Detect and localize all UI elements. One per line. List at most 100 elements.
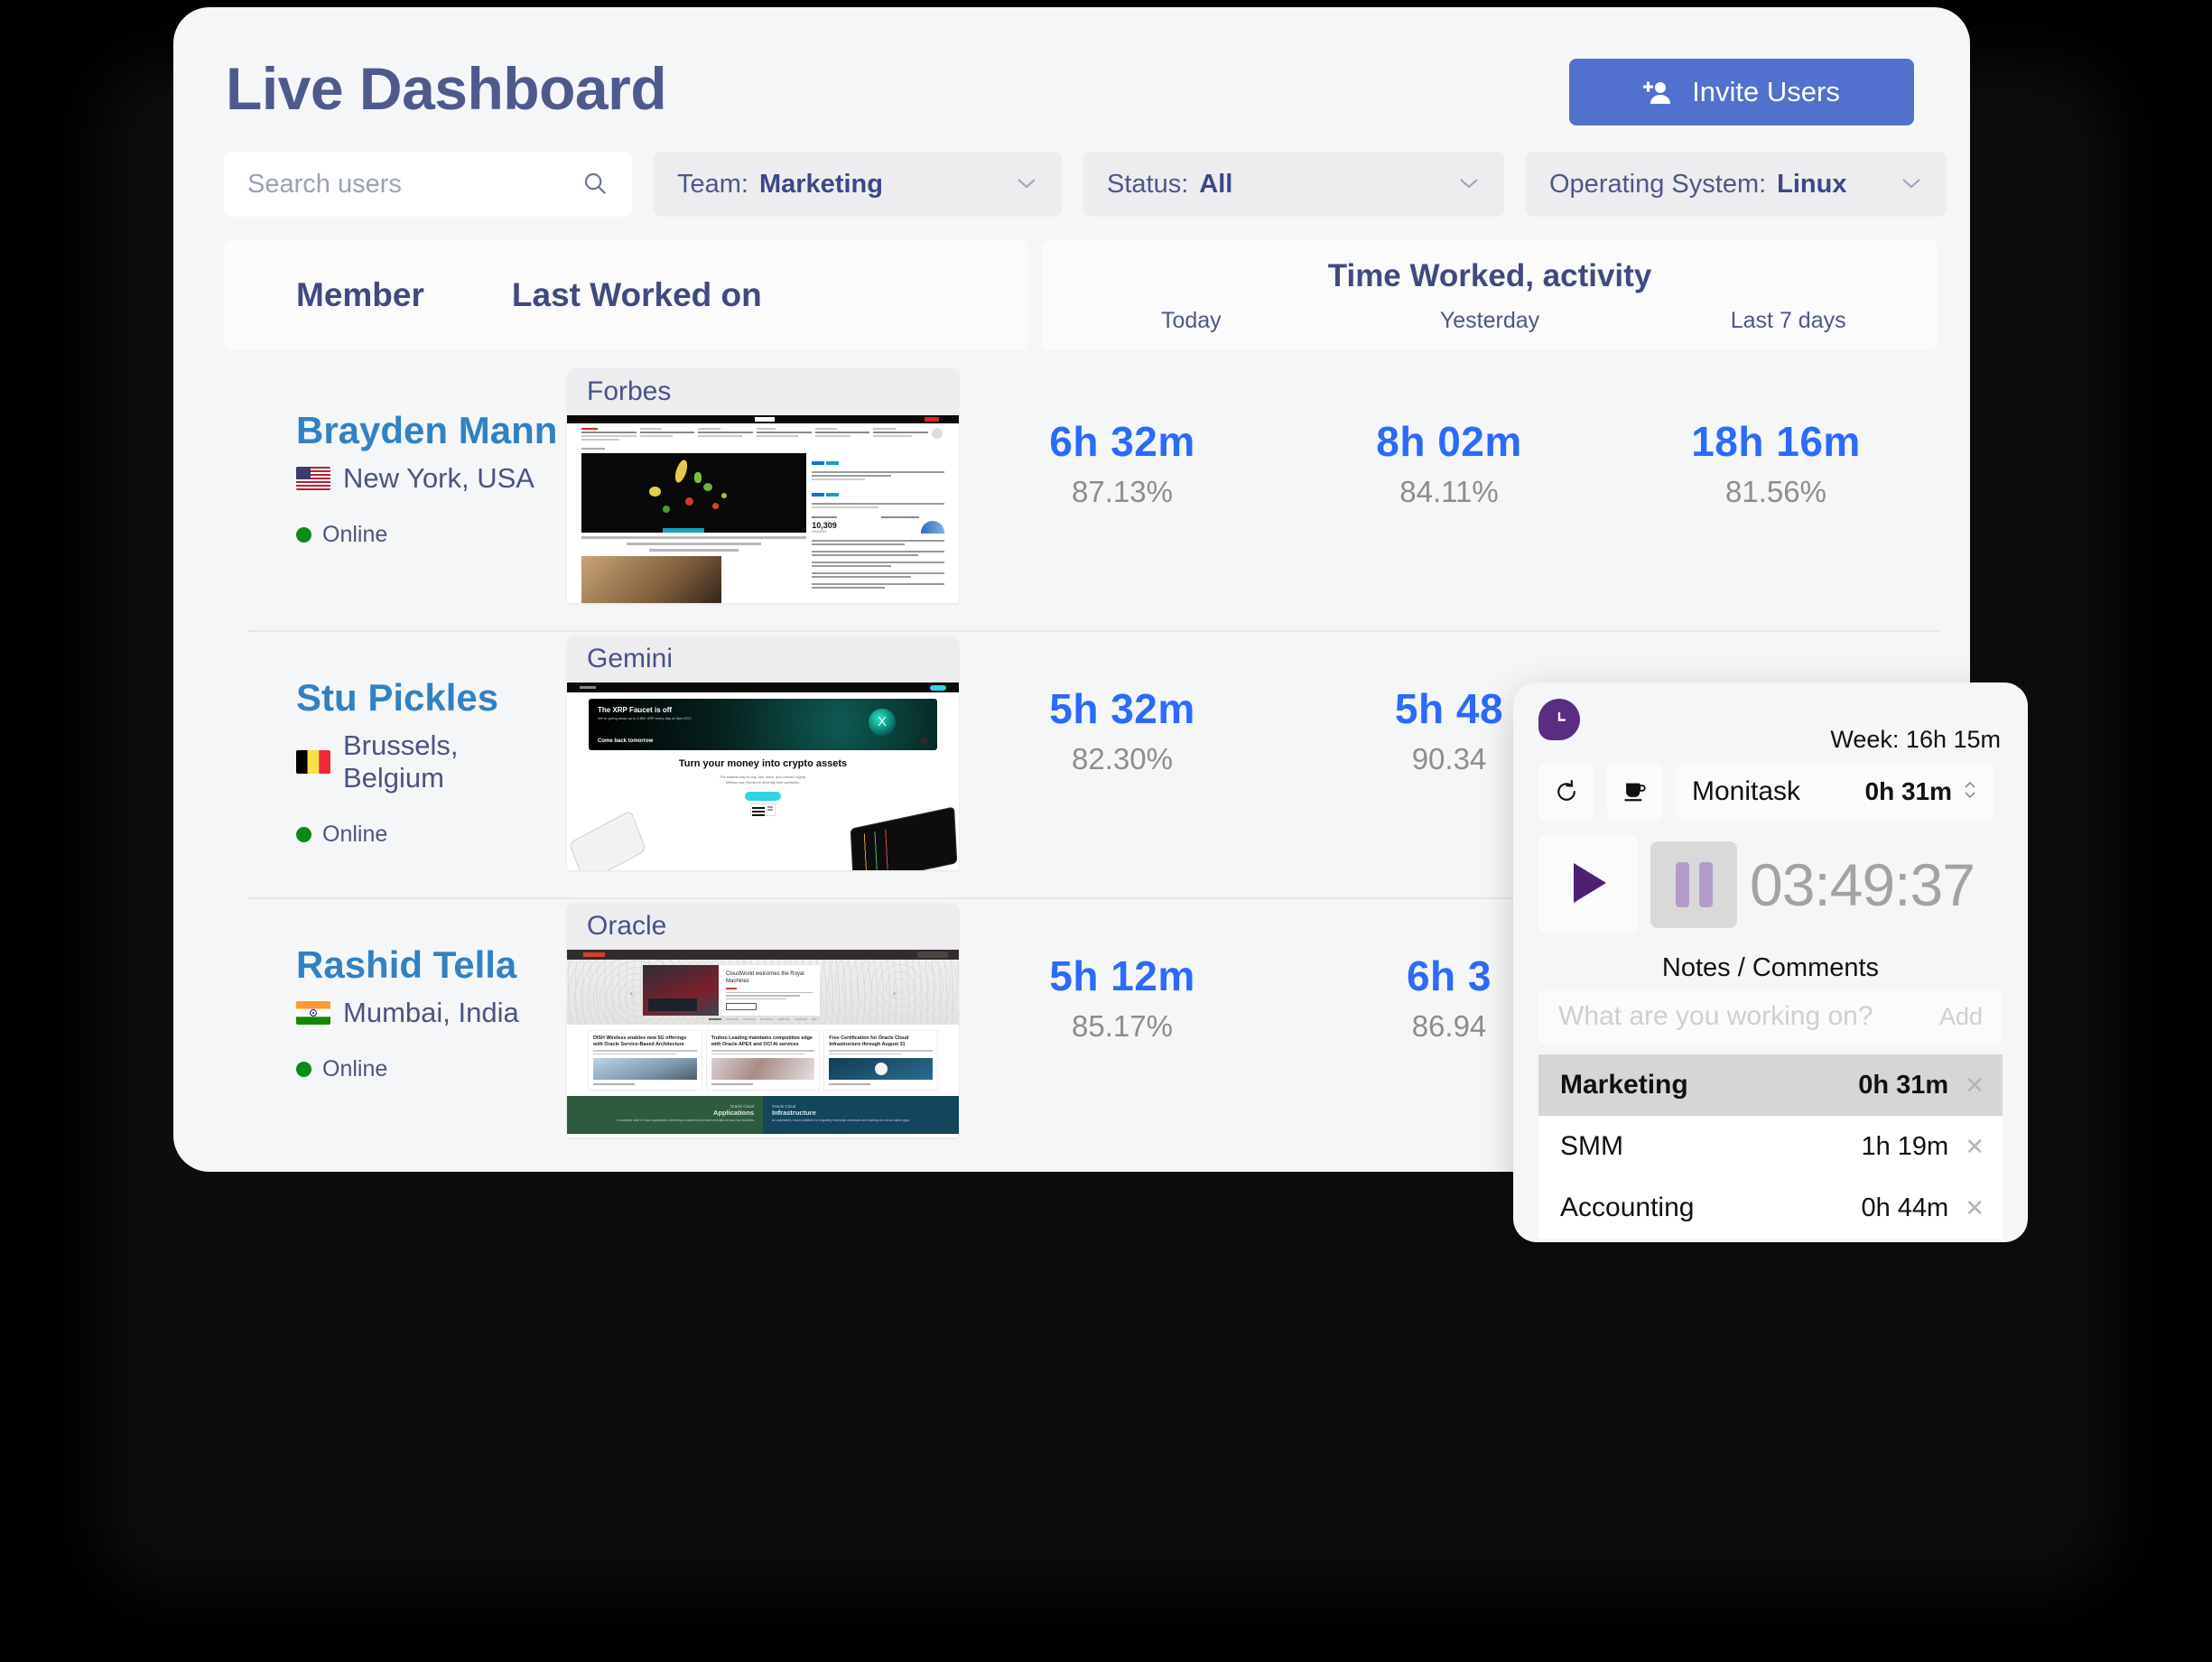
clock-icon [1538,699,1580,740]
os-filter-value: Linux [1777,169,1847,199]
search-input[interactable] [247,169,609,200]
oracle-card-2: Trulioo Leading maintains competitive ed… [711,1035,813,1048]
member-name[interactable]: Stu Pickles [296,676,567,719]
task-time: 0h 31m [1858,1070,1949,1100]
site-name: Forbes [567,368,959,415]
stat-today: 6h 32m 87.13% [959,417,1286,509]
chevron-down-icon [1421,173,1481,195]
oracle-slide-title: CloudWorld welcomes the Royal Machines [726,971,804,984]
os-filter-dropdown[interactable]: Operating System: Linux [1526,152,1947,217]
site-preview-gemini: The XRP Faucet is off We're giving away … [567,682,959,870]
task-name: Marketing [1560,1070,1688,1100]
close-icon[interactable]: ✕ [1965,1133,1984,1161]
member-cell: Brayden Mann New York, USA Online [224,363,567,548]
status-badge: Online [322,1056,388,1082]
column-header-time-worked: Time Worked, activity [1327,258,1652,293]
stat-yesterday: 8h 02m 84.11% [1286,417,1613,509]
member-name[interactable]: Brayden Mann [296,409,567,451]
column-header-member: Member [296,276,424,313]
table-row: Brayden Mann New York, USA Online Forbes… [224,363,1939,630]
member-name[interactable]: Rashid Tella [296,943,567,986]
site-preview-forbes: 10,309 READERS [567,415,959,603]
project-name: Monitask [1692,776,1801,806]
last-worked-cell: Oracle ‹ › CloudWorld welcomes the Royal… [567,897,959,1137]
status-filter-dropdown[interactable]: Status: All [1083,152,1504,217]
last-worked-cell: Gemini The XRP Faucet is off We're givin… [567,630,959,870]
column-header-today: Today [1160,308,1222,333]
add-user-icon [1643,79,1672,106]
member-location: Brussels, Belgium [343,729,459,794]
stat-last7days: 18h 16m 81.56% [1613,417,1939,509]
stat-time: 6h 32m [1049,418,1195,465]
column-header-yesterday: Yesterday [1439,308,1540,333]
stepper-updown-icon[interactable] [1963,778,1977,805]
pause-icon [1698,862,1713,907]
list-item[interactable]: SMM 1h 19m ✕ [1538,1116,2003,1177]
add-note-button[interactable]: Add [1939,1003,1983,1031]
table-header-right: Time Worked, activity Today Yesterday La… [1042,240,1938,350]
flag-usa [296,467,330,491]
task-name: SMM [1560,1131,1623,1161]
chevron-down-icon [1863,173,1923,195]
status-badge: Online [322,822,388,848]
page-title: Live Dashboard [226,55,667,122]
filter-bar: Team: Marketing Status: All Operating Sy… [224,152,1947,217]
notes-title: Notes / Comments [1661,953,1880,982]
list-item[interactable]: Marketing 0h 31m ✕ [1538,1054,2003,1116]
site-preview-oracle: ‹ › CloudWorld welcomes the Royal Machin… [567,950,959,1137]
close-icon[interactable]: ✕ [1965,1072,1984,1100]
pause-icon [1675,862,1689,907]
stat-time: 8h 02m [1376,418,1522,465]
oracle-foot-2-big: Infrastructure [772,1108,816,1117]
status-filter-value: All [1199,169,1233,199]
status-dot-icon [296,1062,311,1078]
pause-button[interactable] [1650,841,1737,928]
status-filter-label: Status: [1107,169,1189,199]
stat-time: 18h 16m [1691,418,1861,465]
play-icon [1566,859,1610,911]
team-filter-label: Team: [677,169,748,199]
status-dot-icon [296,527,311,543]
invite-users-button[interactable]: Invite Users [1569,59,1914,125]
close-icon[interactable]: ✕ [1965,1194,1984,1222]
task-time: 0h 44m [1861,1193,1949,1222]
site-thumbnail[interactable]: Forbes 10,309 READERS [567,368,959,603]
gemini-banner-cta: Come back tomorrow [598,738,654,744]
oracle-foot-2-small: Oracle Cloud [772,1103,796,1109]
task-name: Accounting [1560,1193,1695,1222]
site-thumbnail[interactable]: Oracle ‹ › CloudWorld welcomes the Royal… [567,903,959,1137]
oracle-foot-1-small: Oracle Cloud [730,1103,754,1109]
column-header-last7days: Last 7 days [1730,308,1846,333]
stat-today: 5h 32m 82.30% [959,684,1286,776]
project-selector[interactable]: Monitask 0h 31m [1676,764,1994,820]
search-field[interactable] [224,152,632,217]
site-name: Oracle [567,903,959,950]
stats-cell: 6h 32m 87.13% 8h 02m 84.11% 18h 16m 81.5… [959,363,1939,509]
stat-time: 5h 32m [1049,685,1195,732]
week-total-label: Week: 16h 15m [1830,726,2001,753]
timer-widget: Week: 16h 15m Monitask 0h 31m 03:49:37 N… [1513,682,2028,1242]
note-field[interactable]: Add [1538,989,2003,1044]
team-filter-dropdown[interactable]: Team: Marketing [654,152,1062,217]
stat-percent: 87.13% [1072,475,1173,508]
refresh-icon[interactable] [1538,764,1594,820]
flag-india [296,1001,330,1026]
note-input[interactable] [1558,1001,1939,1032]
site-name: Gemini [567,636,959,682]
forbes-reader-count: 10,309 [812,521,837,530]
chevron-down-icon [979,173,1038,195]
list-item[interactable]: Accounting 0h 44m ✕ [1538,1177,2003,1239]
search-icon [581,170,609,201]
site-thumbnail[interactable]: Gemini The XRP Faucet is off We're givin… [567,636,959,870]
play-button[interactable] [1538,836,1638,933]
os-filter-label: Operating System: [1549,169,1767,199]
member-location: New York, USA [343,462,534,495]
oracle-card-3: Free Certification for Oracle Cloud Infr… [829,1035,909,1048]
coffee-cup-icon[interactable] [1607,764,1663,820]
elapsed-time: 03:49:37 [1750,851,1975,918]
stat-percent: 84.11% [1399,475,1499,508]
stat-percent: 81.56% [1725,475,1826,508]
task-time: 1h 19m [1861,1131,1949,1161]
stat-today: 5h 12m 85.17% [959,952,1286,1044]
task-list: Marketing 0h 31m ✕ SMM 1h 19m ✕ Accounti… [1538,1054,2003,1239]
